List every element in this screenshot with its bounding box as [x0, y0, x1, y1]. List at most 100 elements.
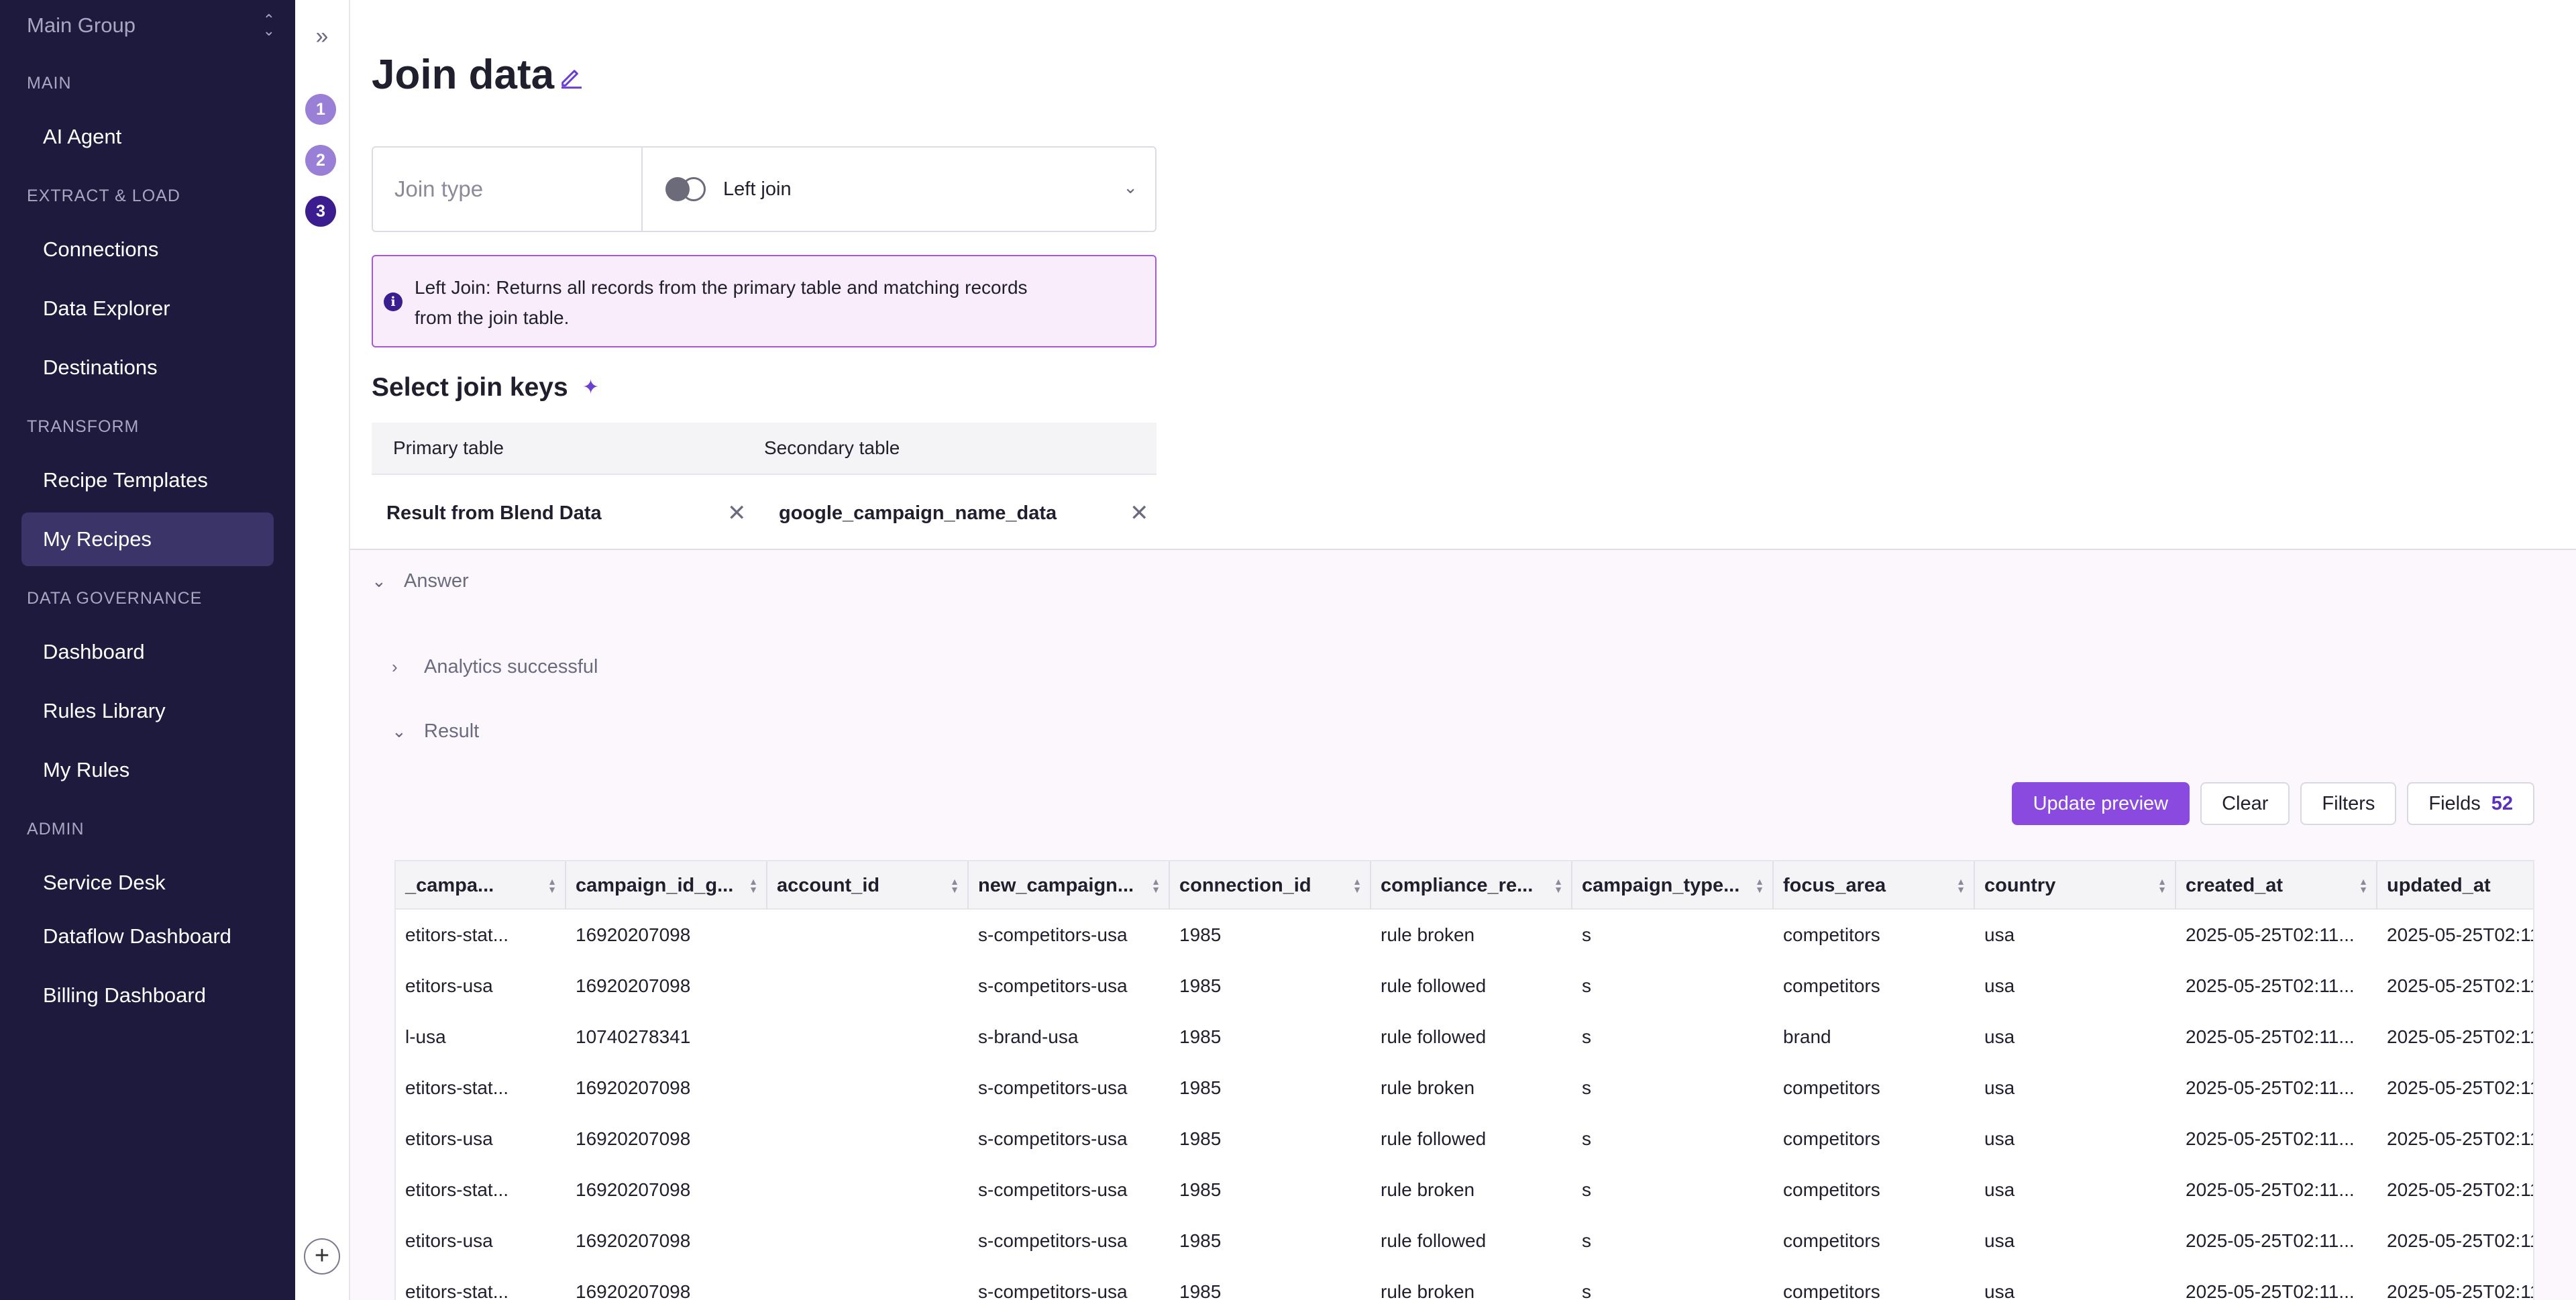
- sidebar-item-ai-agent[interactable]: AI Agent: [21, 110, 274, 164]
- table-cell: rule followed: [1381, 1026, 1487, 1047]
- table-cell: rule broken: [1381, 1077, 1475, 1098]
- join-type-selector[interactable]: Join type Left join ⌄: [372, 146, 1157, 232]
- sort-icon[interactable]: ▲ ▼: [950, 877, 959, 894]
- table-cell: 1985: [1179, 1077, 1222, 1098]
- chevron-down-icon: ⌄: [392, 721, 407, 741]
- column-header-label: campaign_id_g...: [576, 874, 734, 896]
- table-cell: s-competitors-usa: [978, 1179, 1128, 1200]
- column-header-label: created_at: [2186, 874, 2284, 896]
- double-chevron-right-icon[interactable]: »: [309, 23, 335, 50]
- chevron-up-down-icon: ⌃ ⌄: [262, 11, 275, 39]
- table-cell: s: [1582, 975, 1591, 996]
- table-cell: [767, 1215, 969, 1266]
- table-cell: rule broken: [1381, 924, 1475, 945]
- sidebar-item-billing-dashboard[interactable]: Billing Dashboard: [21, 969, 274, 1022]
- column-header[interactable]: created_at ▲ ▼: [2176, 861, 2377, 910]
- answer-toggle[interactable]: ⌄ Answer: [372, 570, 469, 592]
- sort-icon[interactable]: ▲ ▼: [1956, 877, 1966, 894]
- sidebar-item-dashboard[interactable]: Dashboard: [21, 625, 274, 679]
- table-cell: etitors-stat...: [405, 924, 509, 945]
- sidebar-item-my-recipes[interactable]: My Recipes: [21, 512, 274, 566]
- left-join-icon: [665, 176, 708, 203]
- select-join-keys-title: Select join keys: [372, 373, 568, 402]
- sidebar-item-recipe-templates[interactable]: Recipe Templates: [21, 453, 274, 507]
- column-header[interactable]: compliance_re... ▲ ▼: [1371, 861, 1572, 910]
- table-cell: 2025-05-25T02:11...: [2387, 924, 2533, 945]
- table-cell: 1985: [1179, 924, 1222, 945]
- sidebar-item-service-desk[interactable]: Service Desk: [21, 856, 274, 910]
- column-header-label: compliance_re...: [1381, 874, 1534, 896]
- sort-icon[interactable]: ▲ ▼: [1352, 877, 1362, 894]
- close-icon[interactable]: ✕: [727, 500, 747, 527]
- table-row[interactable]: etitors-stat... 16920207098 s-competitors-…: [396, 1164, 2533, 1215]
- table-row[interactable]: l-usa 10740278341 s-brand-usa 1985 rule foll…: [396, 1012, 2533, 1063]
- sort-icon[interactable]: ▲ ▼: [749, 877, 758, 894]
- sort-icon[interactable]: ▲ ▼: [547, 877, 557, 894]
- section-title-admin: ADMIN: [27, 820, 85, 838]
- sort-icon[interactable]: ▲ ▼: [1554, 877, 1563, 894]
- table-cell: usa: [1984, 1026, 2015, 1047]
- column-header[interactable]: new_campaign... ▲ ▼: [969, 861, 1170, 910]
- step-2[interactable]: 2: [305, 145, 336, 176]
- sidebar-item-data-explorer[interactable]: Data Explorer: [21, 282, 274, 335]
- clear-button[interactable]: Clear: [2200, 782, 2290, 825]
- close-icon[interactable]: ✕: [1130, 500, 1149, 527]
- table-cell: 1985: [1179, 1230, 1222, 1251]
- column-header[interactable]: connection_id ▲ ▼: [1170, 861, 1371, 910]
- analytics-label: Analytics successful: [424, 656, 598, 678]
- table-cell: competitors: [1783, 1281, 1880, 1300]
- group-switcher[interactable]: Main Group ⌃ ⌄: [27, 12, 275, 39]
- sidebar-item-rules-library[interactable]: Rules Library: [21, 684, 274, 738]
- column-header[interactable]: campaign_type... ▲ ▼: [1572, 861, 1774, 910]
- table-cell: [767, 1114, 969, 1164]
- sidebar-item-dataflow-dashboard[interactable]: Dataflow Dashboard: [21, 910, 274, 963]
- sort-icon[interactable]: ▲ ▼: [2157, 877, 2167, 894]
- join-type-select[interactable]: Left join ⌄: [643, 148, 1155, 231]
- sort-icon[interactable]: ▲ ▼: [1151, 877, 1161, 894]
- sidebar-item-connections[interactable]: Connections: [21, 223, 274, 276]
- plus-icon[interactable]: +: [304, 1238, 340, 1275]
- table-cell: rule broken: [1381, 1179, 1475, 1200]
- sparkle-icon[interactable]: ✦: [582, 376, 599, 399]
- update-preview-button[interactable]: Update preview: [2011, 782, 2190, 825]
- table-cell: competitors: [1783, 1179, 1880, 1200]
- column-header[interactable]: updated_at▲▼: [2377, 861, 2533, 910]
- table-cell: 2025-05-25T02:11...: [2387, 1026, 2533, 1047]
- table-row[interactable]: etitors-usa 16920207098 s-competitors-usa 1…: [396, 961, 2533, 1012]
- analytics-toggle[interactable]: › Analytics successful: [392, 656, 598, 678]
- table-cell: 2025-05-25T02:11...: [2186, 1281, 2355, 1300]
- step-3[interactable]: 3: [305, 196, 336, 227]
- column-header[interactable]: _campa... ▲ ▼: [396, 861, 566, 910]
- sort-icon[interactable]: ▲ ▼: [1755, 877, 1764, 894]
- table-row[interactable]: etitors-usa 16920207098 s-competitors-usa 1…: [396, 1114, 2533, 1164]
- table-cell: s-competitors-usa: [978, 1230, 1128, 1251]
- join-type-value: Left join: [723, 178, 792, 200]
- column-header[interactable]: account_id ▲ ▼: [767, 861, 969, 910]
- table-cell: etitors-usa: [405, 1128, 493, 1149]
- column-header[interactable]: country ▲ ▼: [1975, 861, 2176, 910]
- table-cell: 2025-05-25T02:11...: [2387, 1281, 2533, 1300]
- sidebar-item-destinations[interactable]: Destinations: [21, 341, 274, 394]
- step-1[interactable]: 1: [305, 94, 336, 125]
- pencil-icon[interactable]: [558, 63, 585, 90]
- table-cell: usa: [1984, 1077, 2015, 1098]
- table-cell: 2025-05-25T02:11...: [2387, 1179, 2533, 1200]
- filters-button[interactable]: Filters: [2300, 782, 2397, 825]
- result-label: Result: [424, 720, 480, 742]
- column-header[interactable]: campaign_id_g... ▲ ▼: [566, 861, 767, 910]
- table-row[interactable]: etitors-stat... 16920207098 s-competitors-…: [396, 1063, 2533, 1114]
- table-row[interactable]: etitors-stat... 16920207098 s-competitors-…: [396, 1266, 2533, 1300]
- fields-button[interactable]: Fields 52: [2407, 782, 2534, 825]
- sidebar: Main Group ⌃ ⌄ MAIN AI Agent EXTRACT & LO…: [0, 0, 295, 1300]
- table-cell: s-brand-usa: [978, 1026, 1079, 1047]
- table-row[interactable]: etitors-usa 16920207098 s-competitors-usa 1…: [396, 1215, 2533, 1266]
- primary-key-select[interactable]: Result from Blend Data: [386, 502, 602, 525]
- answer-label: Answer: [404, 570, 469, 592]
- column-header[interactable]: focus_area ▲ ▼: [1774, 861, 1975, 910]
- sort-icon[interactable]: ▲ ▼: [2359, 877, 2368, 894]
- table-cell: [767, 1063, 969, 1114]
- sidebar-item-my-rules[interactable]: My Rules: [21, 743, 274, 797]
- result-toggle[interactable]: ⌄ Result: [392, 720, 479, 743]
- table-row[interactable]: etitors-stat... 16920207098 s-competitors-…: [396, 910, 2533, 961]
- secondary-key-select[interactable]: google_campaign_name_data: [779, 502, 1057, 525]
